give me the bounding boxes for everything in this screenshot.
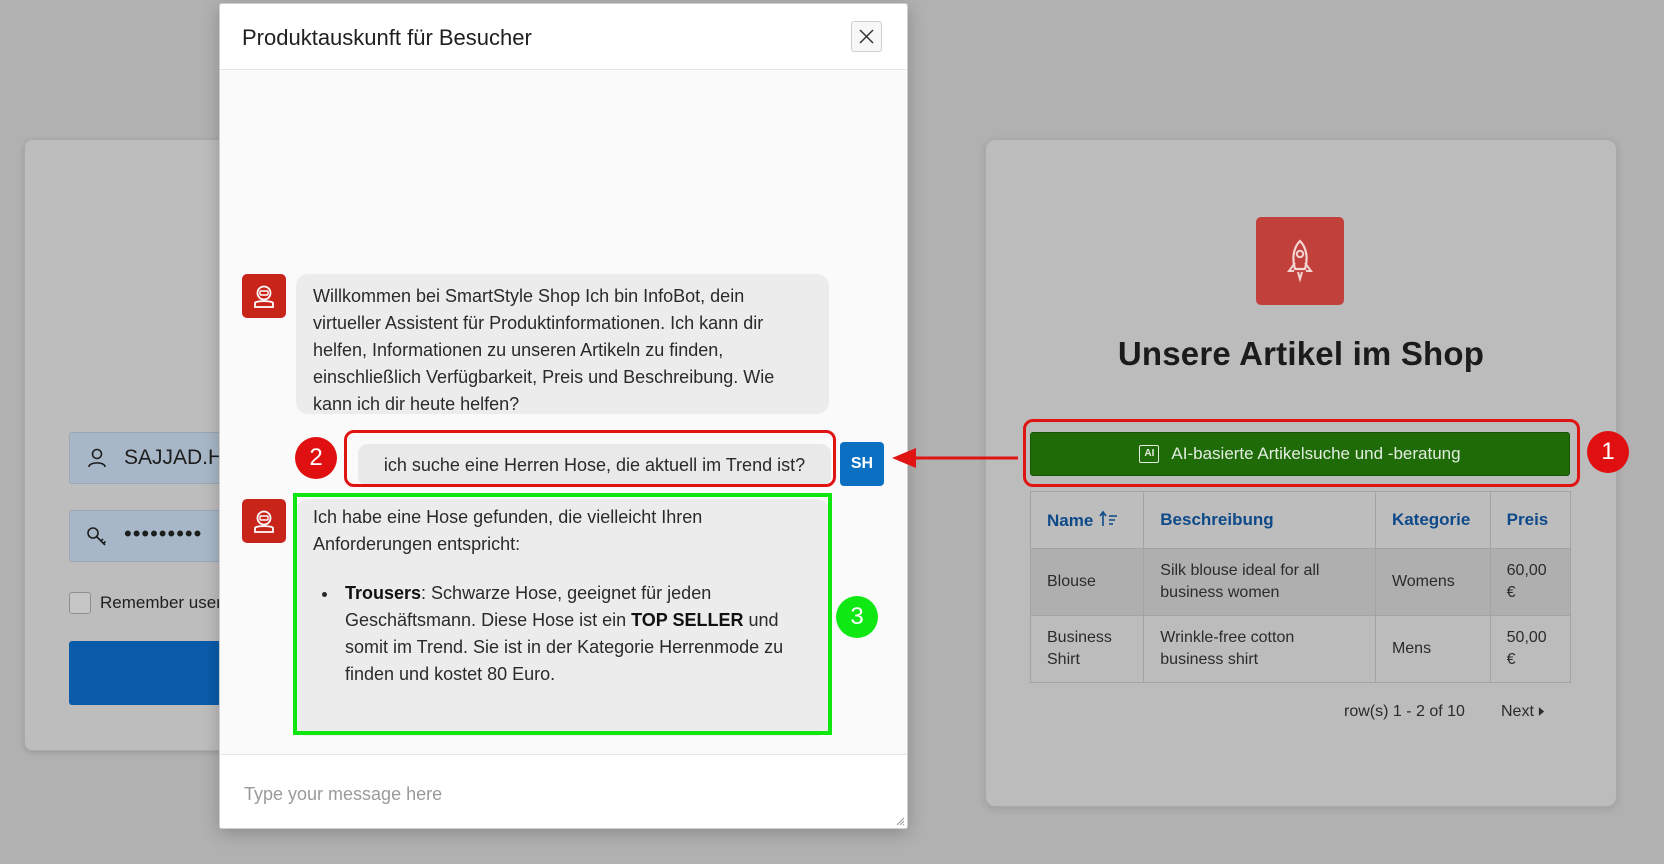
column-header-price[interactable]: Preis [1489,491,1572,549]
dialog-title: Produktauskunft für Besucher [242,25,532,50]
caret-right-icon [1539,707,1545,716]
password-value: ••••••••• [124,521,203,546]
highlight-user-message [344,430,836,487]
cell-description: Silk blouse ideal for all business women [1143,548,1376,616]
remember-checkbox[interactable] [69,592,91,614]
pagination-info: row(s) 1 - 2 of 10 [1344,703,1465,720]
bot-avatar [242,499,286,543]
username-value: SAJJAD.H [124,446,224,469]
table-row[interactable]: Business Shirt Wrinkle-free cotton busin… [1029,615,1572,683]
column-header-name[interactable]: Name [1029,491,1145,549]
sort-ascending-icon [1099,510,1118,526]
rocket-icon [1287,239,1313,283]
dialog-footer [220,754,907,828]
cell-description: Wrinkle-free cotton business shirt [1143,615,1376,683]
highlight-bot-reply [293,493,832,735]
products-table: Name Beschreibung Kategorie Preis Blouse… [1029,491,1572,683]
resize-handle-icon[interactable] [895,816,905,826]
robot-icon [254,285,274,308]
user-icon [88,448,106,468]
badge-1: 1 [1587,431,1629,473]
cell-price: 60,00 € [1489,548,1572,616]
bot-message-welcome: Willkommen bei SmartStyle Shop Ich bin I… [296,274,829,414]
cell-name: Blouse [1029,548,1145,616]
bot-avatar [242,274,286,318]
user-avatar: SH [840,442,884,486]
robot-icon [254,510,274,533]
badge-2: 2 [295,437,337,479]
page-title: Unsere Artikel im Shop [1117,335,1485,372]
cell-price: 50,00 € [1489,615,1572,683]
close-button[interactable] [851,21,882,52]
highlight-ai-button [1023,419,1580,487]
close-icon [859,29,874,44]
column-header-category[interactable]: Kategorie [1374,491,1491,549]
arrow-left-icon [892,448,1018,468]
badge-3: 3 [836,596,878,638]
app-logo [1256,217,1344,305]
next-page-button[interactable]: Next [1501,703,1545,721]
key-icon [87,527,107,546]
next-page-label: Next [1501,703,1534,720]
cell-category: Womens [1374,548,1491,616]
column-header-description[interactable]: Beschreibung [1143,491,1376,549]
cell-category: Mens [1374,615,1491,683]
dialog-header: Produktauskunft für Besucher [220,4,907,70]
table-row[interactable]: Blouse Silk blouse ideal for all busines… [1029,548,1572,616]
cell-name: Business Shirt [1029,615,1145,683]
message-input[interactable] [242,773,886,815]
